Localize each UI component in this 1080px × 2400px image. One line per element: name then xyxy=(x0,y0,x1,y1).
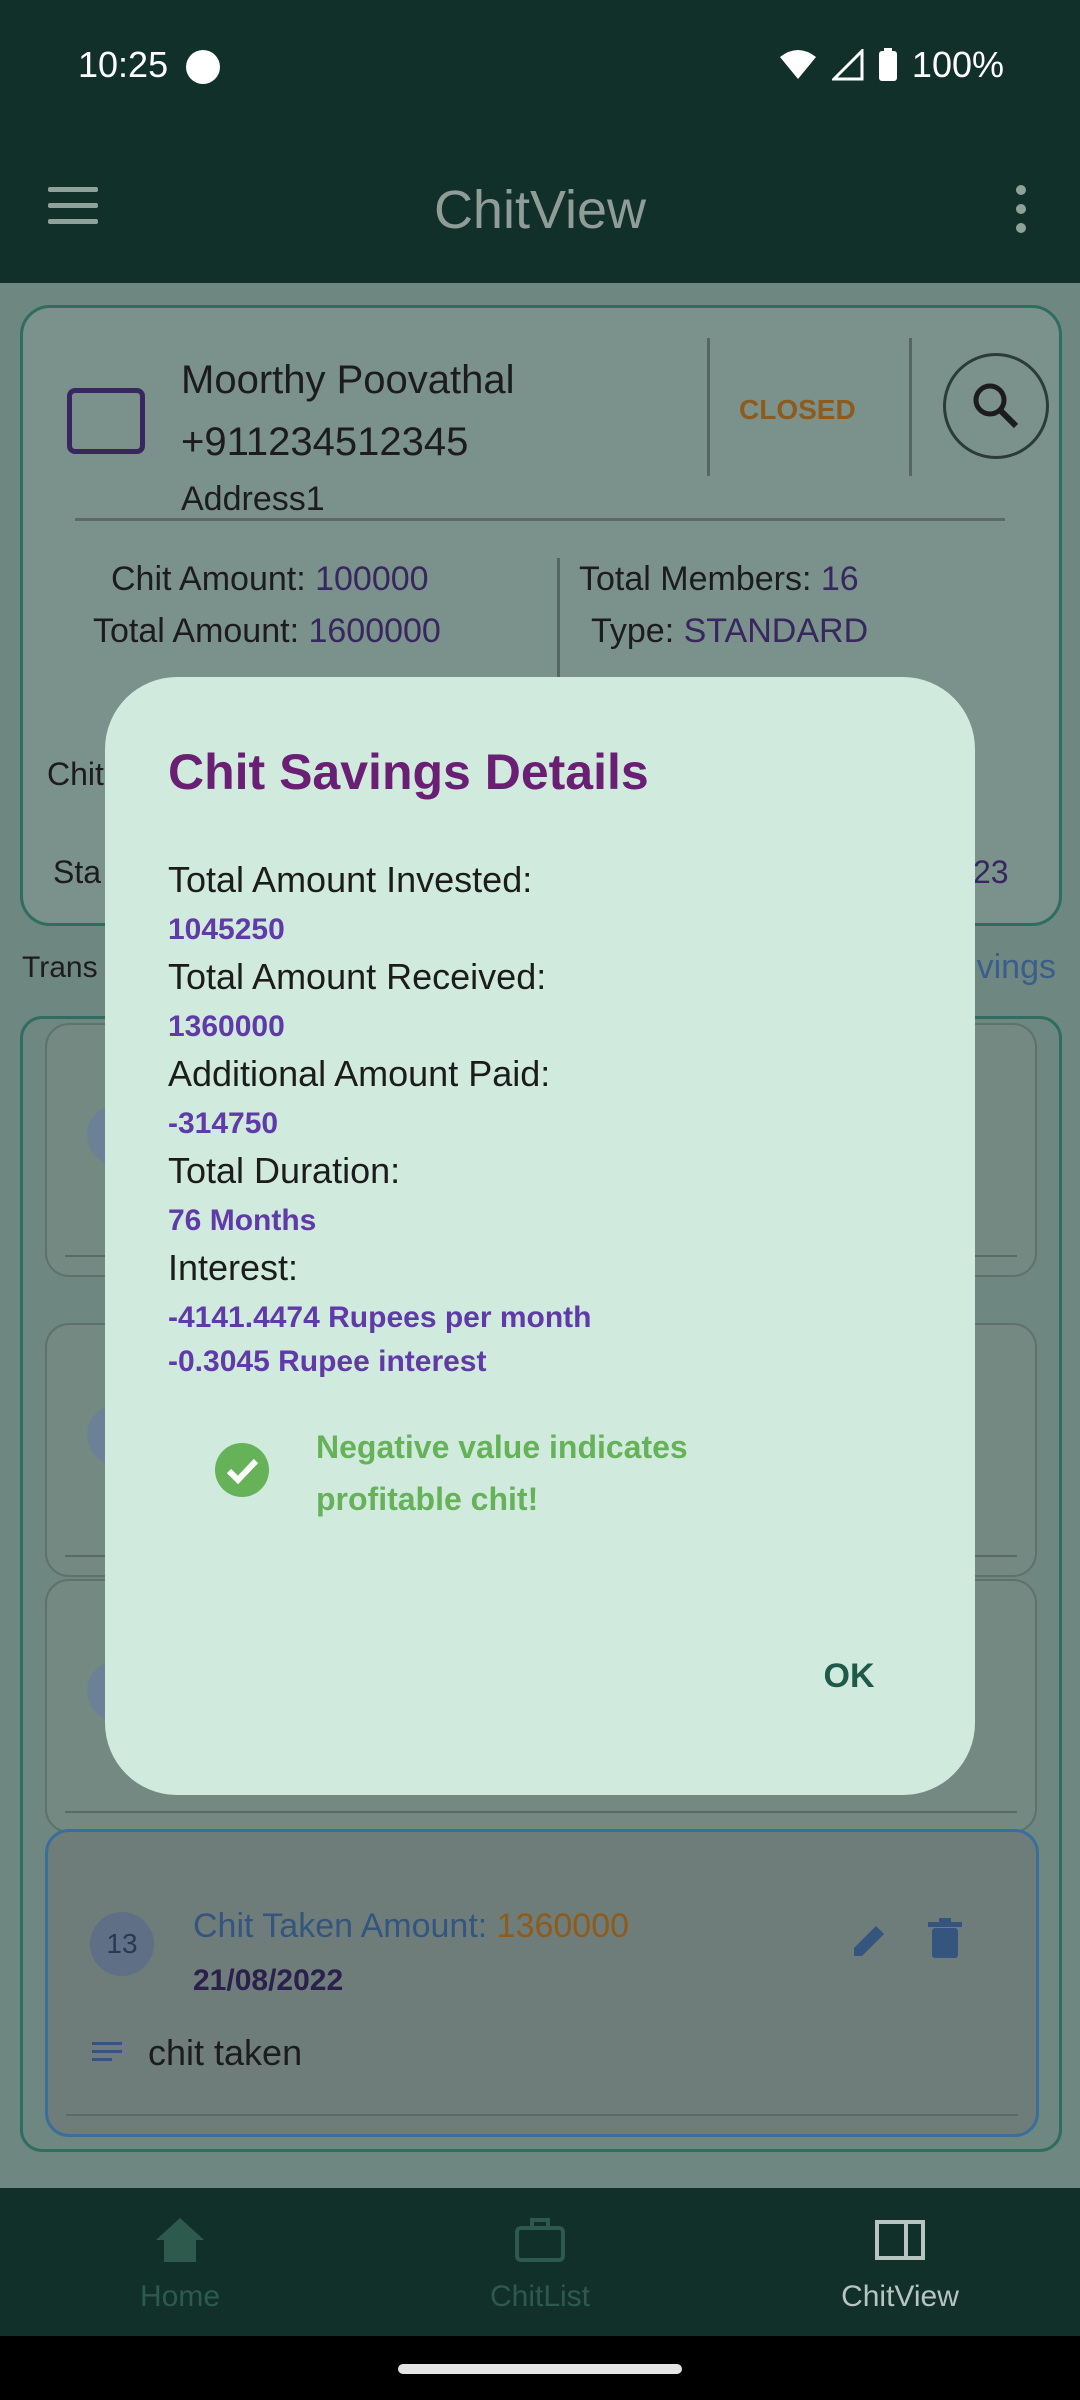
nav-chitview-label: ChitView xyxy=(841,2280,959,2313)
notes-icon xyxy=(92,2042,122,2061)
duration-value: 76 Months xyxy=(168,1204,317,1237)
nav-home-label: Home xyxy=(139,2280,221,2313)
installment-badge: 13 xyxy=(90,1912,154,1976)
status-bar: 10:25 100% xyxy=(0,0,1080,135)
total-members-row: Total Members: 16 xyxy=(579,560,859,598)
app-title: ChitView xyxy=(433,180,647,240)
nav-home[interactable]: Home xyxy=(0,2188,360,2336)
status-indicators: 100% xyxy=(778,44,1004,86)
savings-details-dialog: Chit Savings Details Total Amount Invest… xyxy=(105,677,975,1795)
gesture-bar xyxy=(0,2336,1080,2400)
home-gesture-handle[interactable] xyxy=(398,2364,682,2374)
nav-chitlist[interactable]: ChitList xyxy=(360,2188,720,2336)
type-row: Type: STANDARD xyxy=(591,612,869,650)
member-name: Moorthy Poovathal xyxy=(181,358,515,402)
divider xyxy=(557,558,560,688)
profit-note: Negative value indicates profitable chit… xyxy=(316,1429,688,1517)
more-options-icon[interactable] xyxy=(1016,185,1028,235)
search-icon xyxy=(973,383,1019,429)
divider xyxy=(65,1811,1017,1813)
divider xyxy=(66,2114,1018,2116)
home-icon xyxy=(156,2218,204,2262)
nav-chitview[interactable]: ChitView xyxy=(720,2188,1080,2336)
app-bar: ChitView xyxy=(0,135,1080,283)
start-label-partial: Sta xyxy=(53,854,102,890)
divider xyxy=(707,338,710,476)
wifi-icon xyxy=(779,50,816,79)
divider xyxy=(909,338,912,476)
additional-label: Additional Amount Paid: xyxy=(168,1053,551,1094)
chit-taken-label: Chit Taken Amount: 1360000 xyxy=(193,1907,630,1945)
list-item[interactable]: 13 Chit Taken Amount: 1360000 21/08/2022… xyxy=(45,1829,1039,2137)
member-address: Address1 xyxy=(181,480,325,518)
date-partial: 23 xyxy=(973,854,1009,890)
interest-rupee: -0.3045 Rupee interest xyxy=(168,1345,487,1378)
duration-label: Total Duration: xyxy=(168,1150,401,1191)
member-phone: +911234512345 xyxy=(181,420,469,464)
check-circle-icon xyxy=(215,1443,269,1497)
battery-icon xyxy=(878,48,897,81)
battery-percent: 100% xyxy=(911,44,1004,85)
divider xyxy=(75,518,1005,521)
nav-chitlist-label: ChitList xyxy=(489,2280,591,2313)
view-icon xyxy=(875,2220,925,2260)
status-time: 10:25 xyxy=(78,44,169,85)
received-value: 1360000 xyxy=(168,1010,285,1043)
total-amount-row: Total Amount: 1600000 xyxy=(93,612,441,650)
notification-icon xyxy=(186,50,220,84)
transaction-date: 21/08/2022 xyxy=(193,1964,344,1997)
additional-value: -314750 xyxy=(168,1107,279,1140)
status-badge: CLOSED xyxy=(739,394,856,425)
id-card-icon xyxy=(67,388,145,454)
signal-icon xyxy=(831,49,864,81)
briefcase-icon xyxy=(515,2218,565,2262)
chit-label-partial: Chit xyxy=(47,756,104,792)
chit-amount-row: Chit Amount: 100000 xyxy=(111,560,429,598)
delete-icon[interactable] xyxy=(928,1918,962,1960)
dialog-title: Chit Savings Details xyxy=(168,744,649,800)
search-button[interactable] xyxy=(943,353,1049,459)
interest-per-month: -4141.4474 Rupees per month xyxy=(168,1301,592,1334)
interest-label: Interest: xyxy=(168,1247,299,1288)
invested-label: Total Amount Invested: xyxy=(168,859,533,900)
bottom-navigation: Home ChitList ChitView xyxy=(0,2188,1080,2336)
transactions-label: Trans xyxy=(22,951,98,984)
transaction-note: chit taken xyxy=(148,2032,303,2073)
savings-link[interactable]: vings xyxy=(977,948,1056,987)
received-label: Total Amount Received: xyxy=(168,956,547,997)
invested-value: 1045250 xyxy=(168,913,285,946)
ok-button[interactable]: OK xyxy=(789,1643,909,1709)
edit-icon[interactable] xyxy=(850,1920,890,1960)
